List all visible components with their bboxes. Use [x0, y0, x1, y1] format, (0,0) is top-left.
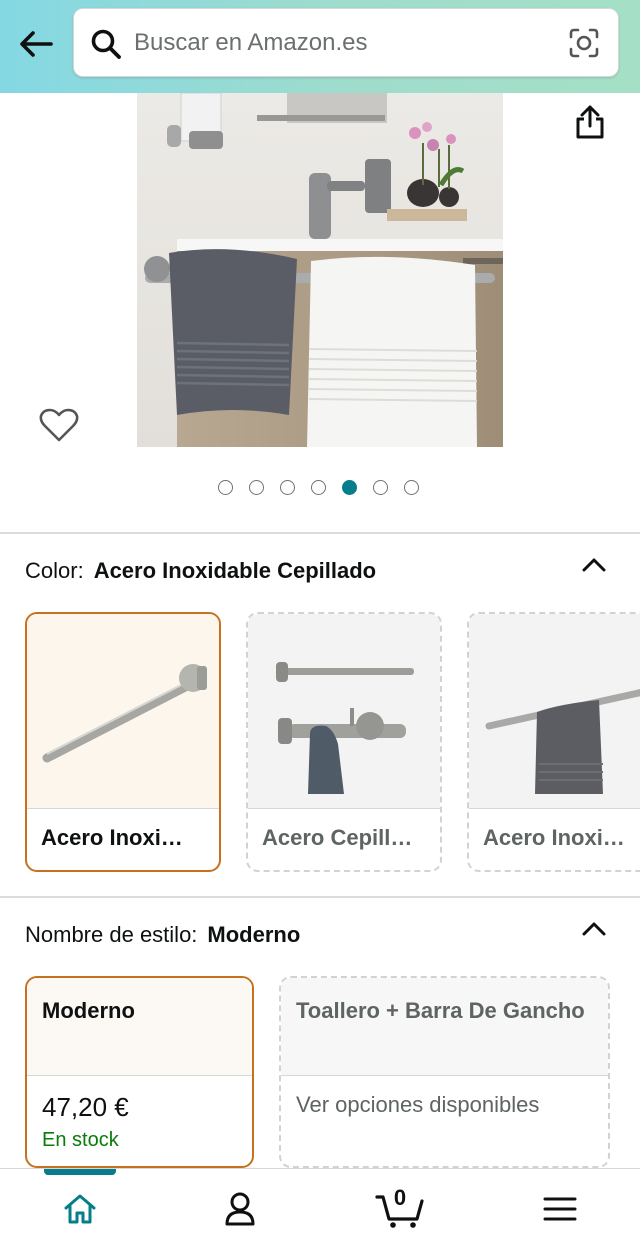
search-input[interactable]: [134, 9, 534, 76]
arrow-left-icon: [20, 31, 53, 57]
section-divider: [0, 896, 640, 898]
nav-account[interactable]: [205, 1181, 275, 1237]
product-image[interactable]: [137, 93, 503, 447]
towel-rail-photo: [137, 93, 503, 447]
search-bar[interactable]: [73, 8, 619, 77]
wishlist-button[interactable]: [36, 402, 82, 448]
color-label: Color:: [25, 558, 84, 583]
share-icon: [576, 105, 604, 139]
top-header: [0, 0, 640, 93]
heart-icon: [39, 408, 79, 442]
section-divider: [0, 532, 640, 534]
back-button[interactable]: [14, 26, 58, 62]
style-selected-value: Moderno: [207, 922, 301, 947]
style-option-price: 47,20 €: [42, 1092, 129, 1122]
color-option-thumbnail: [469, 614, 640, 808]
style-option-title: Toallero + Barra De Gancho: [281, 978, 608, 1075]
pagination-dot-active[interactable]: [342, 480, 357, 495]
color-option-label: Acero Cepill…: [248, 808, 440, 870]
chevron-up-icon: [582, 558, 606, 572]
stock-status: En stock: [42, 1129, 119, 1151]
color-variation-header: Color: Acero Inoxidable Cepillado: [25, 558, 376, 584]
pagination-dot[interactable]: [373, 480, 388, 495]
style-option-title: Moderno: [27, 978, 252, 1075]
collapse-style-button[interactable]: [578, 917, 610, 941]
camera-lens-icon[interactable]: [568, 27, 600, 59]
nav-home[interactable]: [45, 1181, 115, 1237]
color-option-thumbnail: [27, 614, 219, 808]
pagination-dot[interactable]: [280, 480, 295, 495]
color-option-label: Acero Inoxi…: [27, 808, 219, 870]
chevron-up-icon: [582, 922, 606, 936]
account-icon: [225, 1192, 255, 1226]
style-option-detail: Ver opciones disponibles: [296, 1092, 540, 1117]
bottom-navigation: 0: [0, 1168, 640, 1249]
menu-icon: [543, 1197, 577, 1221]
nav-menu[interactable]: [525, 1181, 595, 1237]
color-option-thumbnail: [248, 614, 440, 808]
color-option-3[interactable]: Acero Inoxi…: [467, 612, 640, 872]
style-variation-header: Nombre de estilo: Moderno: [25, 922, 300, 948]
pagination-dot[interactable]: [218, 480, 233, 495]
pagination-dot[interactable]: [249, 480, 264, 495]
color-option-1[interactable]: Acero Inoxi…: [25, 612, 221, 872]
style-option-toallero-gancho[interactable]: Toallero + Barra De Gancho Ver opciones …: [279, 976, 610, 1168]
color-selected-value: Acero Inoxidable Cepillado: [93, 558, 377, 583]
color-option-2[interactable]: Acero Cepill…: [246, 612, 442, 872]
collapse-color-button[interactable]: [578, 553, 610, 577]
home-icon: [64, 1194, 96, 1224]
color-option-label: Acero Inoxi…: [469, 808, 640, 870]
pagination-dot[interactable]: [404, 480, 419, 495]
pagination-dot[interactable]: [311, 480, 326, 495]
style-option-moderno[interactable]: Moderno 47,20 € En stock: [25, 976, 254, 1168]
share-button[interactable]: [568, 100, 612, 144]
magnifier-icon: [91, 29, 121, 59]
active-tab-indicator: [44, 1169, 116, 1175]
nav-cart[interactable]: 0: [365, 1181, 435, 1237]
cart-count-badge: 0: [393, 1185, 407, 1210]
style-label: Nombre de estilo:: [25, 922, 198, 947]
image-pagination: [218, 480, 419, 498]
